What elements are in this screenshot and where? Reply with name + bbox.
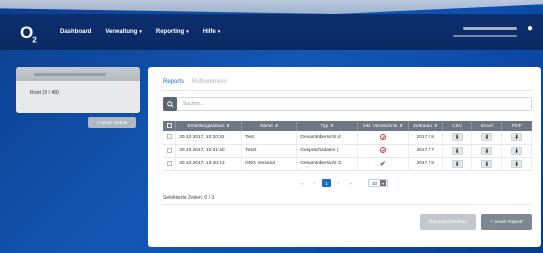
page-1-button[interactable]: 1 — [322, 179, 331, 187]
nav-item-hilfe[interactable]: Hilfe ▾ — [203, 29, 221, 35]
row-checkbox[interactable] — [163, 131, 177, 145]
cell-incl — [357, 131, 409, 145]
cell-excel: ⬇ — [471, 144, 503, 158]
row-checkbox[interactable] — [163, 157, 177, 171]
table-row[interactable]: 30.10.2017, 10:20:32 Test Gesamtübersich… — [163, 131, 532, 145]
table-header-row: Erstellungsdatum ⇵ Name ⇵ Typ ⇵ inkl. Verze… — [163, 121, 532, 131]
not-included-icon — [379, 147, 386, 154]
chevron-down-icon: ▾ — [186, 29, 189, 35]
download-excel-icon[interactable]: ⬇ — [481, 146, 493, 155]
reports-panel: Reports Rufnummern Erstellungsdatum⇵ Nam… — [148, 67, 541, 247]
pagination: « ‹ 1 › » 10 ▾ — [298, 179, 388, 187]
nav-item-dashboard[interactable]: Dashboard — [60, 29, 91, 35]
col-header-date[interactable]: Erstellungsdatum ⇵ — [175, 121, 243, 131]
cell-date: 30.10.2017, 10:20:32 — [175, 131, 243, 145]
chevron-down-icon: ▾ — [380, 180, 386, 186]
last-page-button[interactable]: » — [346, 179, 355, 187]
download-csv-icon[interactable]: ⬇ — [451, 146, 463, 155]
reports-table: Erstellungsdatum ⇵ Name ⇵ Typ ⇵ inkl. Verze… — [163, 121, 532, 171]
user-icon[interactable]: ● — [527, 23, 533, 34]
cell-type: Gesprächsdaten ( — [296, 144, 358, 158]
cell-pdf: ⬇ — [501, 131, 532, 145]
cell-period: 2017 / 8 — [408, 131, 443, 145]
folder-sidebar: Root (3 / 48) — [16, 67, 140, 113]
cell-pdf: ⬇ — [501, 144, 532, 158]
divider — [162, 204, 532, 205]
cell-excel: ⬇ — [471, 131, 503, 145]
cell-incl: ✔ — [357, 157, 409, 171]
tab-rufnummern[interactable]: Rufnummern — [192, 79, 227, 85]
cell-name: Test2 — [241, 144, 298, 158]
user-account-blurred — [453, 35, 517, 37]
nav-item-verwaltung[interactable]: Verwaltung ▾ — [105, 29, 142, 35]
tab-reports[interactable]: Reports — [163, 79, 184, 85]
download-pdf-icon[interactable]: ⬇ — [511, 133, 523, 142]
search-bar — [163, 97, 532, 111]
download-pdf-icon[interactable]: ⬇ — [511, 159, 523, 168]
col-header-period[interactable]: Zeitraum ⇵ — [408, 121, 443, 131]
new-folder-button[interactable]: + neuer Ordner — [88, 117, 136, 128]
o2-logo[interactable]: O2 — [20, 23, 37, 44]
search-icon[interactable] — [163, 97, 177, 111]
new-report-button[interactable]: + neuer Report — [481, 214, 532, 230]
checkmark-icon: ✔ — [379, 160, 386, 168]
selected-rows-count: Selektierte Zeilen: 0 / 3 — [163, 195, 215, 201]
col-header-excel: Excel — [471, 121, 503, 131]
sidebar-title-blurred — [34, 72, 106, 76]
cell-pdf: ⬇ — [501, 157, 532, 171]
sidebar-header — [16, 67, 140, 81]
download-excel-icon[interactable]: ⬇ — [481, 159, 493, 168]
chevron-down-icon: ▾ — [217, 29, 221, 35]
cell-period: 2017 / 7 — [408, 144, 443, 158]
delete-report-button[interactable]: Report(s) löschen — [420, 214, 476, 230]
sidebar-item-label: Root (3 / 48) — [30, 90, 59, 96]
cell-type: Gesamtübersicht G — [296, 157, 358, 171]
cell-csv: ⬇ — [442, 144, 473, 158]
chevron-down-icon: ▾ — [139, 29, 142, 35]
table-row[interactable]: 30.10.2017, 10:31:40 Test2 Gesprächsdate… — [163, 144, 532, 158]
cell-type: Gesamtübersicht d — [296, 131, 358, 145]
cell-name: Test — [241, 131, 298, 145]
prev-page-button[interactable]: ‹ — [310, 179, 319, 187]
main-nav: Dashboard Verwaltung ▾ Reporting ▾ Hilfe ▾ — [60, 29, 220, 35]
top-navbar: O2 Dashboard Verwaltung ▾ Reporting ▾ Hilf… — [0, 14, 543, 50]
row-checkbox[interactable] — [163, 144, 177, 158]
user-name-blurred — [463, 27, 517, 30]
col-header-incl[interactable]: inkl. Verzeichnis ⇵ — [357, 121, 409, 131]
col-header-csv: CSV — [442, 121, 473, 131]
col-header-name[interactable]: Name ⇵ — [241, 121, 298, 131]
download-pdf-icon[interactable]: ⬇ — [511, 146, 523, 155]
page-size-select[interactable]: 10 ▾ — [368, 179, 388, 187]
col-header-type[interactable]: Typ ⇵ — [296, 121, 358, 131]
cell-incl — [357, 144, 409, 158]
next-page-button[interactable]: › — [334, 179, 343, 187]
sidebar-item-root[interactable]: Root (3 / 48) — [16, 81, 140, 113]
tab-bar: Reports Rufnummern — [163, 79, 227, 85]
download-csv-icon[interactable]: ⬇ — [451, 133, 463, 142]
first-page-button[interactable]: « — [298, 179, 307, 187]
cell-name: GRG Versand — [241, 157, 298, 171]
cell-csv: ⬇ — [442, 157, 473, 171]
divider — [162, 90, 532, 91]
cell-csv: ⬇ — [442, 131, 473, 145]
search-input[interactable] — [183, 101, 483, 107]
cell-date: 30.10.2017, 13:40:13 — [175, 157, 243, 171]
select-all-checkbox[interactable] — [163, 121, 177, 131]
download-excel-icon[interactable]: ⬇ — [481, 133, 493, 142]
cell-date: 30.10.2017, 10:31:40 — [175, 144, 243, 158]
user-menu[interactable]: ● — [453, 23, 533, 37]
nav-item-reporting[interactable]: Reporting ▾ — [156, 29, 189, 35]
cell-period: 2017 / 8 — [408, 157, 443, 171]
table-row[interactable]: 30.10.2017, 13:40:13 GRG Versand Gesamtü… — [163, 157, 532, 171]
download-csv-icon[interactable]: ⬇ — [451, 159, 463, 168]
cell-excel: ⬇ — [471, 157, 503, 171]
window-frame — [0, 0, 543, 14]
not-included-icon — [379, 134, 386, 141]
col-header-pdf: PDF — [501, 121, 532, 131]
